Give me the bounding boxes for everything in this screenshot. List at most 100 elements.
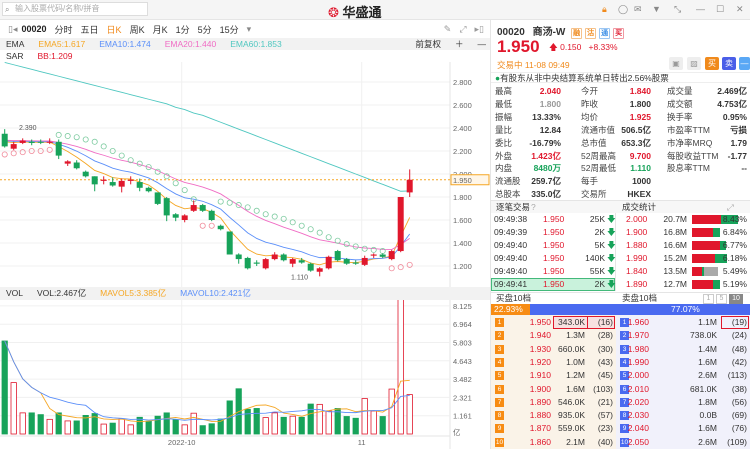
volume-bar[interactable]	[271, 412, 278, 435]
candle[interactable]	[271, 254, 278, 260]
candle[interactable]	[406, 179, 413, 193]
volume-bar[interactable]	[361, 398, 368, 435]
candle[interactable]	[127, 179, 134, 181]
candle[interactable]	[397, 197, 404, 252]
ask-row[interactable]: 2 1.970 738.0K (24)	[618, 329, 749, 342]
volume-bar[interactable]	[145, 420, 152, 435]
candle[interactable]	[199, 205, 206, 211]
candle[interactable]	[46, 141, 53, 143]
candle[interactable]	[181, 215, 188, 220]
close-icon[interactable]: ✕	[736, 4, 744, 15]
volume-bar[interactable]	[190, 412, 197, 435]
volume-bar[interactable]	[1, 340, 8, 435]
kline-chart[interactable]: 2.8002.6002.4002.2002.0001.8001.6001.400…	[0, 62, 490, 449]
tab-daily-k[interactable]: 日K	[107, 23, 122, 36]
tab-1min[interactable]: 1分	[176, 23, 190, 36]
candle[interactable]	[262, 259, 269, 269]
volume-bar[interactable]	[118, 418, 125, 435]
tab-intraday[interactable]: 分时	[55, 23, 73, 36]
vol-name[interactable]: VOL	[6, 287, 23, 300]
ask-row[interactable]: 1 1.960 1.1M (19)	[618, 316, 749, 329]
ema-name[interactable]: EMA	[6, 38, 24, 50]
ask-row[interactable]: 7 2.020 1.8M (56)	[618, 396, 749, 409]
tab-5day[interactable]: 五日	[81, 23, 99, 36]
candle[interactable]	[109, 182, 116, 186]
ask-row[interactable]: 4 1.990 1.6M (42)	[618, 356, 749, 369]
ask-row[interactable]: 3 1.980 1.4M (48)	[618, 343, 749, 356]
volume-bar[interactable]	[109, 422, 116, 435]
candle[interactable]	[235, 254, 242, 260]
bid-row[interactable]: 10 1.860 2.1M (40)	[493, 436, 615, 449]
candle[interactable]	[1, 133, 8, 147]
remove-indicator-icon[interactable]: —	[478, 38, 487, 50]
bid-row[interactable]: 2 1.940 1.3M (28)	[493, 329, 615, 342]
bid-row[interactable]: 5 1.910 1.2M (45)	[493, 369, 615, 382]
candle[interactable]	[244, 257, 251, 269]
add-indicator-icon[interactable]: ＋	[455, 38, 464, 50]
volume-bar[interactable]	[343, 416, 350, 435]
volume-bar[interactable]	[55, 412, 62, 435]
candle[interactable]	[172, 214, 179, 218]
bid-row[interactable]: 6 1.900 1.6M (103)	[493, 383, 615, 396]
volume-bar[interactable]	[280, 416, 287, 435]
volume-bar[interactable]	[181, 424, 188, 435]
tab-weekly-k[interactable]: 周K	[130, 23, 145, 36]
period-dropdown-icon[interactable]: ▾	[247, 24, 252, 35]
candle[interactable]	[91, 176, 98, 185]
lock-icon[interactable]: 🔒︎	[602, 4, 607, 15]
volume-bar[interactable]	[325, 410, 332, 435]
volume-bar[interactable]	[208, 423, 215, 435]
bid-row[interactable]: 8 1.880 935.0K (57)	[493, 409, 615, 422]
candle[interactable]	[343, 259, 350, 264]
bid-row[interactable]: 7 1.890 546.0K (21)	[493, 396, 615, 409]
candle[interactable]	[379, 254, 386, 257]
candle[interactable]	[190, 205, 197, 211]
volume-bar[interactable]	[199, 425, 206, 435]
volume-bar[interactable]	[379, 416, 386, 435]
volume-bar[interactable]	[388, 388, 395, 435]
fullscreen-icon[interactable]: ⤢	[459, 24, 466, 35]
candle[interactable]	[361, 257, 368, 265]
candle[interactable]	[334, 251, 341, 261]
more-button[interactable]: —	[739, 57, 750, 70]
level-1-button[interactable]: 1	[703, 294, 714, 304]
volume-bar[interactable]	[127, 424, 134, 435]
candle[interactable]	[154, 192, 161, 204]
candle[interactable]	[316, 268, 323, 272]
ask-row[interactable]: 10 2.050 2.6M (109)	[618, 436, 749, 449]
volume-bar[interactable]	[28, 412, 35, 435]
bid-row[interactable]: 4 1.920 1.0M (43)	[493, 356, 615, 369]
level-5-button[interactable]: 5	[716, 294, 727, 304]
tab-monthly-k[interactable]: 月K	[153, 23, 168, 36]
search-input[interactable]: ⌕ 输入股票代码/名称/拼音	[2, 2, 148, 16]
volume-bar[interactable]	[19, 412, 26, 435]
bid-row[interactable]: 9 1.870 559.0K (23)	[493, 422, 615, 435]
note-icon[interactable]: ▨	[687, 57, 701, 70]
volume-bar[interactable]	[307, 403, 314, 435]
volume-bar[interactable]	[10, 382, 17, 435]
volume-bar[interactable]	[397, 290, 404, 435]
volume-bar[interactable]	[172, 419, 179, 435]
notice-bar[interactable]: ●有股东从非中央结算系统单日转出2.56%股票	[491, 72, 750, 83]
candle[interactable]	[253, 262, 260, 264]
candle[interactable]	[55, 141, 62, 156]
buy-button[interactable]: 买	[705, 57, 719, 70]
candle[interactable]	[325, 256, 332, 269]
candle[interactable]	[352, 262, 359, 264]
candle[interactable]	[37, 141, 44, 143]
candle[interactable]	[82, 171, 89, 177]
bid-row[interactable]: 3 1.930 660.0K (30)	[493, 343, 615, 356]
candle[interactable]	[73, 162, 80, 169]
ask-row[interactable]: 5 2.000 2.6M (113)	[618, 369, 749, 382]
adjust-dropdown[interactable]: 前复权	[415, 38, 441, 50]
tab-5min[interactable]: 5分	[198, 23, 212, 36]
volume-bar[interactable]	[64, 420, 71, 435]
volume-bar[interactable]	[406, 394, 413, 435]
candle[interactable]	[208, 210, 215, 220]
volume-bar[interactable]	[37, 414, 44, 435]
candle[interactable]	[163, 198, 170, 216]
candle[interactable]	[136, 182, 143, 188]
collapse-icon[interactable]: ▸▯	[475, 24, 484, 35]
maximize-icon[interactable]: ☐	[716, 4, 724, 15]
volume-bar[interactable]	[370, 410, 377, 435]
